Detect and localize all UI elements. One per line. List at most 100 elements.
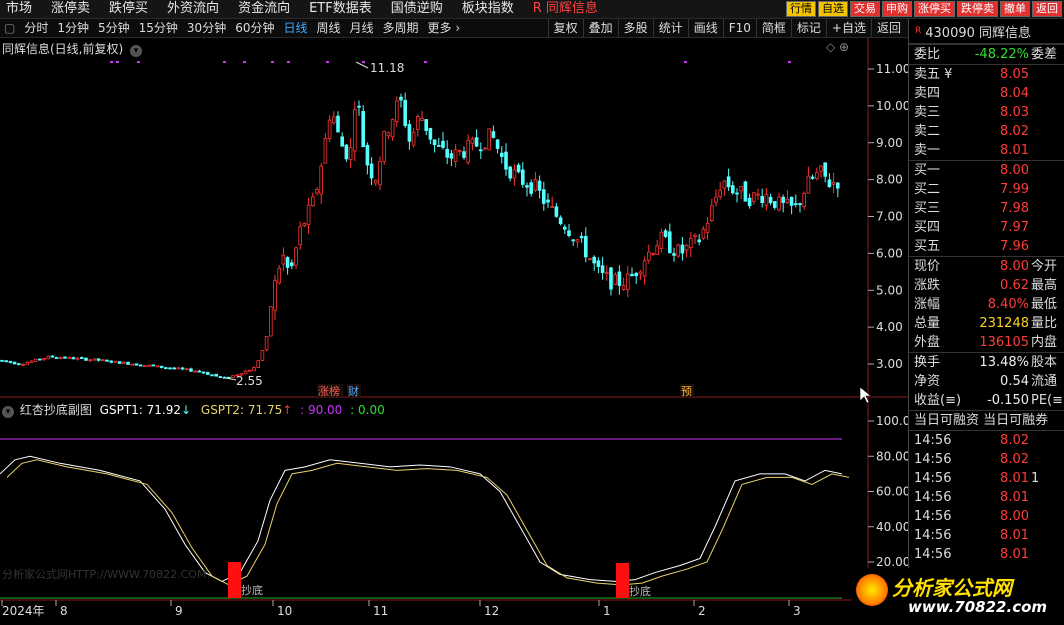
top-right-button[interactable]: 申购 [882,1,912,17]
candle-body [760,195,764,203]
top-right-button[interactable]: 交易 [850,1,880,17]
candle-body [676,244,680,257]
quote-value: 136105 [979,335,1029,350]
candle-body [134,363,139,366]
candle-body [491,131,496,138]
top-menu-item[interactable]: 国债逆购 [391,0,443,18]
period-tab[interactable]: 15分钟 [139,19,178,37]
candle-body [731,185,735,194]
candle-body [777,196,781,211]
candle-body [403,100,407,127]
candle-body [172,367,177,370]
tool-button[interactable]: 标记 [790,19,826,37]
quote-label: 外盘 [914,335,941,350]
candle-body [0,359,4,362]
top-menu-item[interactable]: 资金流向 [238,0,290,18]
top-right-button[interactable]: 涨停买 [914,1,955,17]
period-tab[interactable]: 多周期 [383,19,419,37]
candle-body [96,358,101,361]
bottom-signal-bar [616,563,629,598]
top-menu-item[interactable]: R 同辉信息 [533,0,598,18]
period-tab[interactable]: 周线 [317,19,341,37]
tool-button[interactable]: 多股 [617,19,653,37]
candle-body [21,363,25,366]
tool-button[interactable]: 复权 [547,19,583,37]
gspt2-value: GSPT2: 71.75 [200,403,283,417]
candle-body [92,358,97,361]
r-tag-icon: R [915,26,922,36]
tool-button[interactable]: 简框 [755,19,791,37]
top-menu-item[interactable]: 跌停买 [109,0,148,18]
top-right-button[interactable]: 撤单 [1000,1,1030,17]
period-tab[interactable]: 更多 › [428,19,461,37]
trade-row: 14:56 8.02 [909,431,1064,450]
quote-row: 买一 8.00 [909,161,1064,180]
chart-toolbar: ▢ 分时 1分钟 5分钟 15分钟 30分钟 60分钟 日线 周线 月线 多周期 更多 › 复权 叠加… [0,19,908,38]
candle-body [655,245,659,255]
candle-body [638,271,643,275]
tool-button[interactable]: 画线 [687,19,723,37]
candle-body [109,360,114,363]
chart-control-icons[interactable]: ◇ ⊕ [826,40,849,54]
chevron-down-icon[interactable]: ▾ [130,45,143,57]
candle-body [420,118,424,121]
tool-button[interactable]: 叠加 [582,19,618,37]
chart-title[interactable]: 同辉信息(日线,前复权) ▾ [2,40,143,57]
period-tab[interactable]: 日线 [283,19,307,37]
tool-button[interactable]: F10 [722,19,756,37]
period-tab[interactable]: 1分钟 [57,19,89,37]
top-right-button[interactable]: 行情 [786,1,816,17]
candle-body [466,140,470,163]
event-dot [424,61,427,63]
trade-price: 8.01 [1000,547,1029,562]
top-menu-item[interactable]: 市场 [6,0,32,18]
kline-chart[interactable]: 11.00 10.00 9.00 8.00 7.00 6.00 5.00 4.00 3.00 10… [0,38,908,625]
period-tabs: ▢ 分时 1分钟 5分钟 15分钟 30分钟 60分钟 日线 周线 月线 多周期 更多 › [4,19,469,37]
tool-button[interactable]: 统计 [652,19,688,37]
candle-body [63,356,67,359]
indicator-tick-label: 60.00 [876,485,908,499]
top-menu-item[interactable]: 涨停卖 [51,0,90,18]
quote-value: 8.02 [1000,124,1029,139]
event-dot [110,61,113,63]
candle-body [726,176,731,188]
candle-body [579,235,584,239]
tool-button[interactable]: 返回 [870,19,906,37]
candle-body [151,364,156,367]
event-tag-label: 预 [681,385,692,398]
top-menu-item[interactable]: 板块指数 [462,0,514,18]
top-right-button[interactable]: 自选 [818,1,848,17]
candle-body [542,189,546,204]
candle-body [117,361,122,364]
quote-extra-label: 股本 [1031,355,1058,370]
quote-value: 13.48% [979,355,1029,370]
candle-body [659,231,664,249]
period-tab[interactable]: 60分钟 [235,19,274,37]
candle-body [789,196,794,206]
period-tab[interactable]: 30分钟 [187,19,226,37]
candle-body [432,139,437,146]
candle-body [361,111,365,148]
candle-body [29,360,34,363]
candle-body [596,260,601,267]
period-tab[interactable]: 月线 [350,19,374,37]
tool-button[interactable]: +自选 [825,19,871,37]
top-right-button[interactable]: 跌停卖 [957,1,998,17]
candle-body [504,151,508,170]
quote-row: 买三 7.98 [909,199,1064,218]
period-tab[interactable]: 分时 [24,19,48,37]
top-menu-item[interactable]: ETF数据表 [309,0,372,18]
trade-price: 8.02 [1000,452,1029,467]
top-right-button[interactable]: 返回 [1032,1,1062,17]
candle-body [449,153,454,159]
chevron-down-icon[interactable]: ▾ [2,406,14,418]
candle-body [159,365,164,368]
top-menu-item[interactable]: 外资流向 [167,0,219,18]
candle-body [59,357,63,360]
candle-body [214,373,219,377]
period-tab[interactable]: 5分钟 [98,19,130,37]
panel-toggle-icon[interactable]: ▢ [4,19,15,37]
candle-body [176,367,181,370]
indicator-header[interactable]: ▾ 红杏抄底副图 GSPT1: 71.92↓ GSPT2: 71.75↑ : 9… [2,401,385,418]
stock-code-header[interactable]: R 430090 同辉信息 [909,19,1064,44]
